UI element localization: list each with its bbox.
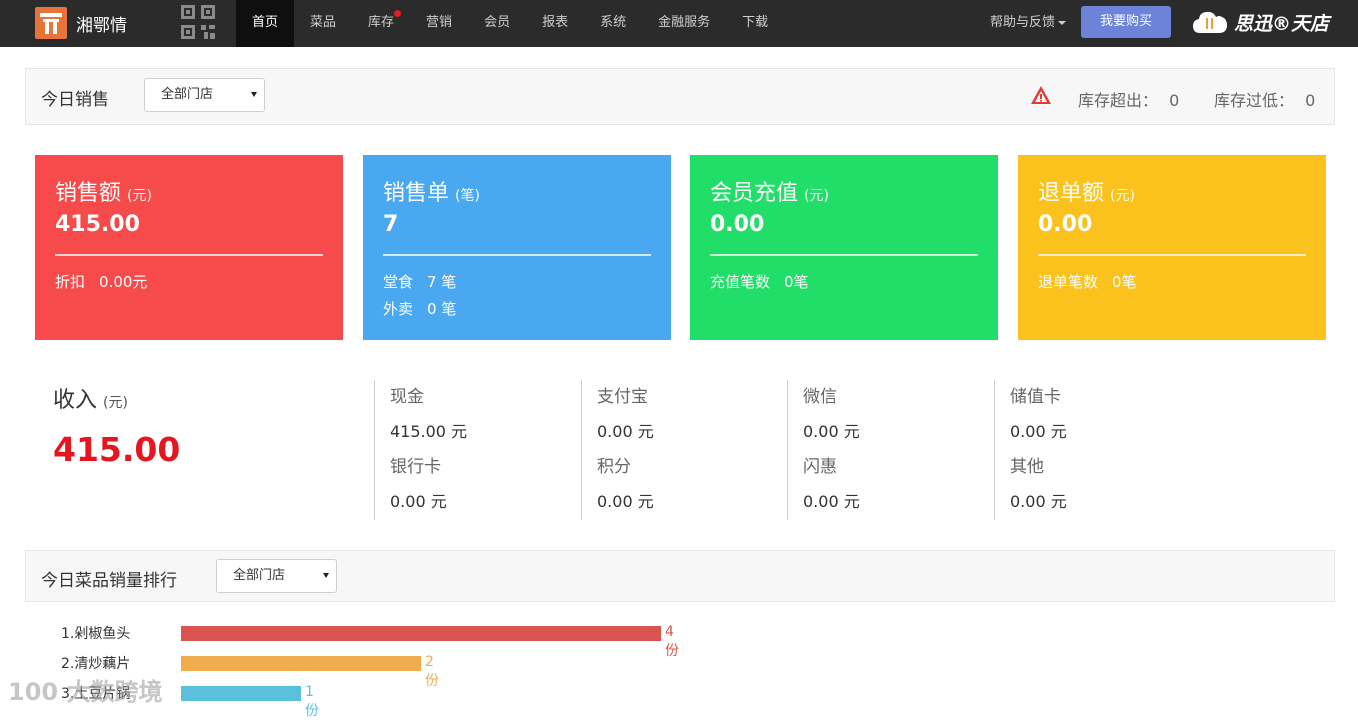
card-refund-amount[interactable]: 退单额 (元) 0.00 退单笔数 0笔	[1018, 155, 1326, 340]
dish-ranking-title: 今日菜品销量排行	[41, 571, 177, 591]
help-feedback-dropdown[interactable]: 帮助与反馈	[990, 0, 1067, 47]
buy-button[interactable]: 我要购买	[1081, 6, 1171, 38]
stock-low: 库存过低： 0	[1214, 91, 1316, 110]
brand-logo-tiandian: 思迅®天店	[1192, 7, 1329, 37]
payment-column: 现金 415.00 元 银行卡 0.00 元	[374, 380, 581, 520]
payment-column: 储值卡 0.00 元 其他 0.00 元	[994, 380, 1201, 520]
sales-amount-value: 415.00	[55, 212, 140, 237]
nav-item-reports[interactable]: 报表	[526, 0, 584, 47]
payment-label: 微信	[803, 387, 837, 407]
payment-label: 积分	[597, 457, 631, 477]
dish-name: 1.剁椒鱼头	[61, 626, 131, 642]
payment-label: 储值卡	[1010, 387, 1061, 407]
card-member-recharge[interactable]: 会员充值 (元) 0.00 充值笔数 0笔	[690, 155, 998, 340]
payment-label: 现金	[390, 387, 424, 407]
nav-item-members[interactable]: 会员	[468, 0, 526, 47]
income-title: 收入 (元)	[53, 388, 128, 413]
dropdown-arrow-icon	[323, 573, 329, 578]
payment-label: 支付宝	[597, 387, 648, 407]
today-sales-header: 今日销售 全部门店 库存超出： 0 库存过低： 0	[25, 68, 1335, 125]
dropdown-arrow-icon	[251, 92, 257, 97]
payment-value: 0.00 元	[803, 422, 860, 441]
today-sales-title: 今日销售	[41, 90, 109, 110]
payment-value: 415.00 元	[390, 422, 468, 441]
divider	[55, 254, 323, 256]
brand-name: 湘鄂情	[76, 15, 127, 36]
stock-over: 库存超出： 0	[1078, 91, 1180, 110]
dish-ranking-header: 今日菜品销量排行 全部门店	[25, 550, 1335, 602]
warning-triangle-icon	[1031, 86, 1051, 104]
payment-value: 0.00 元	[597, 492, 654, 511]
nav-item-home[interactable]: 首页	[236, 0, 295, 47]
card-sales-amount[interactable]: 销售额 (元) 415.00 折扣 0.00元	[35, 155, 343, 340]
nav-item-marketing[interactable]: 营销	[410, 0, 468, 47]
card-sales-orders[interactable]: 销售单 (笔) 7 堂食 7 笔 外卖 0 笔	[363, 155, 671, 340]
nav-item-finance[interactable]: 金融服务	[642, 0, 726, 47]
payment-value: 0.00 元	[1010, 492, 1067, 511]
nav-item-download[interactable]: 下载	[726, 0, 784, 47]
nav-item-inventory[interactable]: 库存	[352, 0, 410, 47]
cloud-logo-icon	[1193, 11, 1227, 33]
dish-count: 1份	[305, 684, 319, 719]
main-nav: 首页 菜品 库存 营销 会员 报表 系统 金融服务 下载	[236, 0, 784, 47]
notification-dot	[394, 10, 402, 17]
payment-column: 支付宝 0.00 元 积分 0.00 元	[581, 380, 788, 520]
ranking-bar	[181, 686, 301, 701]
divider	[1038, 254, 1306, 256]
brand-logo-icon	[35, 7, 67, 39]
sales-orders-value: 7	[383, 212, 399, 237]
payment-value: 0.00 元	[1010, 422, 1067, 441]
caret-down-icon	[1058, 20, 1067, 25]
payment-value: 0.00 元	[803, 492, 860, 511]
member-recharge-value: 0.00	[710, 212, 765, 237]
payment-value: 0.00 元	[390, 492, 447, 511]
refund-amount-value: 0.00	[1038, 212, 1093, 237]
qr-code-icon[interactable]	[180, 4, 216, 40]
dish-count: 4份	[665, 624, 679, 659]
watermark: 100 大数跨境	[8, 678, 163, 706]
ranking-store-select[interactable]: 全部门店	[216, 559, 337, 593]
nav-item-dishes[interactable]: 菜品	[294, 0, 352, 47]
nav-item-system[interactable]: 系统	[584, 0, 642, 47]
dish-count: 2份	[425, 654, 439, 689]
payment-value: 0.00 元	[597, 422, 654, 441]
payment-column: 微信 0.00 元 闪惠 0.00 元	[787, 380, 994, 520]
payment-label: 闪惠	[803, 457, 837, 477]
store-select[interactable]: 全部门店	[144, 78, 265, 112]
top-navbar: 湘鄂情 首页 菜品 库存 营销 会员 报表 系统 金融服务 下载 帮助与反馈 我…	[0, 0, 1358, 47]
brand[interactable]: 湘鄂情	[35, 7, 127, 39]
dish-name: 2.清炒藕片	[61, 656, 131, 672]
income-value: 415.00	[53, 430, 181, 469]
ranking-bar	[181, 626, 661, 641]
ranking-bar	[181, 656, 421, 671]
divider	[383, 254, 651, 256]
payment-label: 银行卡	[390, 457, 441, 477]
payment-label: 其他	[1010, 457, 1044, 477]
divider	[710, 254, 978, 256]
